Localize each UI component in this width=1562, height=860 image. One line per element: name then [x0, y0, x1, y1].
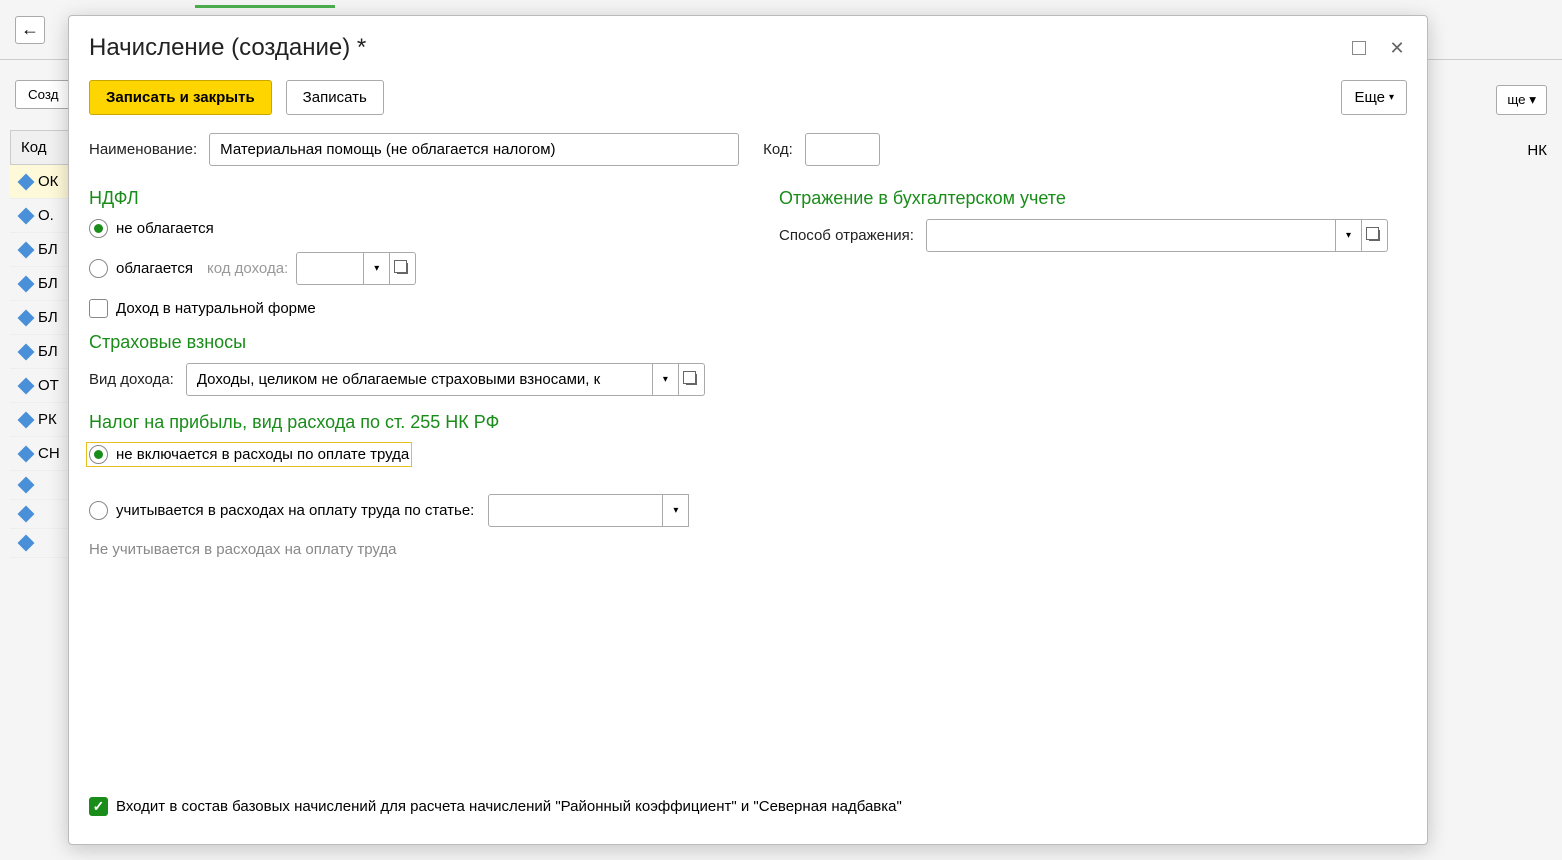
- bg-list-row[interactable]: БЛ: [10, 301, 70, 335]
- accounting-section-header: Отражение в бухгалтерском учете: [779, 188, 1407, 209]
- accounting-method-input[interactable]: [926, 219, 1336, 252]
- name-input[interactable]: [209, 133, 739, 166]
- profit-article-dropdown[interactable]: ▾: [663, 494, 689, 527]
- diamond-icon: [18, 477, 35, 494]
- open-icon: [1369, 230, 1380, 241]
- bg-list-row[interactable]: СН: [10, 437, 70, 471]
- bg-list-row[interactable]: ОК: [10, 165, 70, 199]
- income-type-dropdown[interactable]: ▾: [653, 363, 679, 396]
- diamond-icon: [18, 445, 35, 462]
- open-icon: [686, 374, 697, 385]
- diamond-icon: [18, 343, 35, 360]
- profit-included-label: учитывается в расходах на оплату труда п…: [116, 502, 474, 519]
- income-code-input[interactable]: [296, 252, 364, 285]
- diamond-icon: [18, 506, 35, 523]
- ndfl-not-taxed-label: не облагается: [116, 220, 214, 237]
- diamond-icon: [18, 173, 35, 190]
- natural-form-label: Доход в натуральной форме: [116, 300, 316, 317]
- income-code-hint: код дохода:: [207, 260, 288, 277]
- maximize-button[interactable]: [1349, 38, 1369, 58]
- ndfl-taxed-radio[interactable]: [89, 259, 108, 278]
- code-input[interactable]: [805, 133, 880, 166]
- dialog-title: Начисление (создание) *: [89, 34, 366, 62]
- bg-list-row[interactable]: ОТ: [10, 369, 70, 403]
- bg-list-row[interactable]: О.: [10, 199, 70, 233]
- income-code-dropdown[interactable]: ▾: [364, 252, 390, 285]
- bg-code-column-header[interactable]: Код: [10, 130, 70, 165]
- natural-form-checkbox[interactable]: [89, 299, 108, 318]
- accounting-method-label: Способ отражения:: [779, 227, 914, 244]
- bg-list-row[interactable]: РК: [10, 403, 70, 437]
- base-accruals-checkbox[interactable]: [89, 797, 108, 816]
- active-tab-indicator: [195, 0, 335, 8]
- profit-included-radio[interactable]: [89, 501, 108, 520]
- accounting-method-dropdown[interactable]: ▾: [1336, 219, 1362, 252]
- diamond-icon: [18, 207, 35, 224]
- profit-not-included-radio[interactable]: [89, 445, 108, 464]
- diamond-icon: [18, 411, 35, 428]
- base-accruals-label: Входит в состав базовых начислений для р…: [116, 798, 902, 815]
- accrual-create-dialog: Начисление (создание) * ✕ Записать и зак…: [68, 15, 1428, 845]
- bg-nk-column: НК: [1527, 142, 1547, 159]
- accounting-method-open[interactable]: [1362, 219, 1388, 252]
- ndfl-taxed-label: облагается: [116, 260, 193, 277]
- bg-list-row[interactable]: БЛ: [10, 233, 70, 267]
- bg-list-row[interactable]: [10, 500, 70, 529]
- diamond-icon: [18, 275, 35, 292]
- diamond-icon: [18, 535, 35, 552]
- diamond-icon: [18, 241, 35, 258]
- profit-tax-section-header: Налог на прибыль, вид расхода по ст. 255…: [89, 412, 729, 433]
- diamond-icon: [18, 377, 35, 394]
- bg-list-row[interactable]: БЛ: [10, 335, 70, 369]
- bg-list-row[interactable]: БЛ: [10, 267, 70, 301]
- income-type-label: Вид дохода:: [89, 371, 174, 388]
- diamond-icon: [18, 309, 35, 326]
- open-icon: [397, 263, 408, 274]
- profit-article-input[interactable]: [488, 494, 663, 527]
- insurance-section-header: Страховые взносы: [89, 332, 729, 353]
- save-and-close-button[interactable]: Записать и закрыть: [89, 80, 272, 115]
- code-label: Код:: [763, 141, 793, 158]
- save-button[interactable]: Записать: [286, 80, 384, 115]
- income-code-open[interactable]: [390, 252, 416, 285]
- bg-more-button[interactable]: ще ▾: [1496, 85, 1547, 115]
- create-button-bg[interactable]: Созд: [15, 80, 71, 109]
- profit-not-included-label: не включается в расходы по оплате труда: [116, 446, 409, 463]
- ndfl-not-taxed-radio[interactable]: [89, 219, 108, 238]
- square-icon: [1352, 41, 1366, 55]
- income-type-open[interactable]: [679, 363, 705, 396]
- name-label: Наименование:: [89, 141, 197, 158]
- more-button[interactable]: Еще: [1341, 80, 1407, 115]
- income-type-input[interactable]: [186, 363, 653, 396]
- ndfl-section-header: НДФЛ: [89, 188, 729, 209]
- profit-info-text: Не учитывается в расходах на оплату труд…: [89, 541, 729, 558]
- bg-list-row[interactable]: [10, 529, 70, 558]
- close-button[interactable]: ✕: [1387, 38, 1407, 58]
- back-button[interactable]: ←: [15, 16, 45, 44]
- bg-list-row[interactable]: [10, 471, 70, 500]
